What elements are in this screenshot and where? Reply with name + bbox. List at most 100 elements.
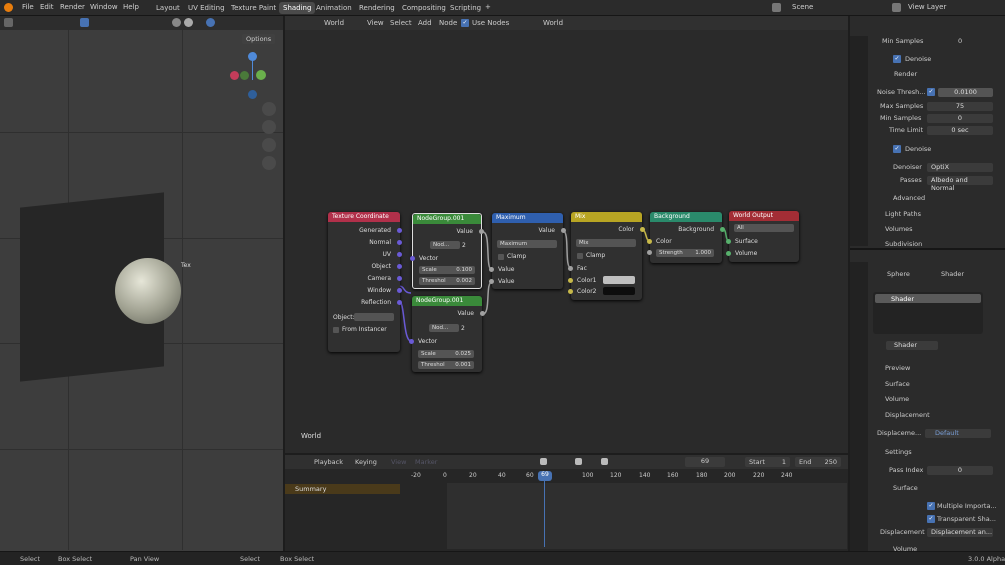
volume-panel-header[interactable]: Volume: [885, 395, 909, 403]
min-samples-top-value[interactable]: 0: [958, 37, 962, 45]
menu-keying[interactable]: Keying: [355, 458, 377, 466]
zoom-icon[interactable]: [262, 102, 276, 116]
play-icon[interactable]: [575, 458, 582, 465]
color1-swatch[interactable]: [603, 276, 635, 284]
scene-name[interactable]: Scene: [792, 3, 813, 11]
node-background[interactable]: Background Background Color Strength 1.00…: [647, 212, 725, 263]
editor-type-icon[interactable]: [4, 18, 13, 27]
clamp-checkbox[interactable]: [498, 254, 504, 260]
3d-viewport[interactable]: Options Tex: [0, 16, 283, 551]
socket[interactable]: [568, 266, 573, 271]
group-datablock[interactable]: Nod...: [430, 241, 460, 249]
socket[interactable]: [726, 251, 731, 256]
end-frame-field[interactable]: End 250: [795, 457, 841, 467]
navigation-gizmo[interactable]: [228, 50, 278, 100]
socket[interactable]: [397, 240, 402, 245]
object-field[interactable]: [354, 313, 394, 321]
blend-mode-dropdown[interactable]: Mix: [576, 239, 636, 247]
time-limit-field[interactable]: 0 sec: [927, 126, 993, 135]
node-world-output[interactable]: World Output All Surface Volume: [726, 211, 799, 262]
socket[interactable]: [647, 239, 652, 244]
select-mode-icon[interactable]: [80, 18, 89, 27]
node-mix[interactable]: Mix Color Mix Clamp Fac Color1 Color2: [568, 212, 645, 300]
light-paths-panel-header[interactable]: Light Paths: [885, 210, 921, 218]
strength-field[interactable]: Strength 1.000: [656, 249, 714, 257]
socket[interactable]: [397, 264, 402, 269]
pass-index-field[interactable]: 0: [927, 466, 993, 475]
options-button[interactable]: Options: [242, 34, 276, 44]
socket[interactable]: [489, 267, 494, 272]
socket[interactable]: [489, 279, 494, 284]
group-datablock[interactable]: Nod...: [429, 324, 459, 332]
socket[interactable]: [397, 288, 402, 293]
socket[interactable]: [397, 228, 402, 233]
panel-divider[interactable]: [850, 248, 1005, 250]
socket[interactable]: [409, 339, 414, 344]
start-frame-field[interactable]: Start 1: [745, 457, 790, 467]
target-dropdown[interactable]: All: [734, 224, 794, 232]
material-slot-list[interactable]: Shader: [873, 292, 983, 334]
settings-panel-header[interactable]: Settings: [885, 448, 912, 456]
view-layer-name[interactable]: View Layer: [908, 3, 946, 11]
transparent-shadow-checkbox[interactable]: ✓: [927, 515, 935, 523]
advanced-panel-header[interactable]: Advanced: [893, 194, 925, 202]
socket[interactable]: [479, 229, 484, 234]
node-texture-coordinate[interactable]: Texture Coordinate Generated Normal UV O…: [328, 212, 402, 352]
denoise-checkbox-1[interactable]: ✓: [893, 55, 901, 63]
noise-threshold-checkbox[interactable]: ✓: [927, 88, 935, 96]
tab-texture-paint[interactable]: Texture Paint: [227, 2, 280, 14]
threshold-field[interactable]: Threshol 0.002: [419, 277, 475, 285]
sphere-object[interactable]: [115, 258, 181, 324]
preview-panel-header[interactable]: Preview: [885, 364, 910, 372]
denoise-checkbox-2[interactable]: ✓: [893, 145, 901, 153]
socket[interactable]: [561, 228, 566, 233]
scale-field[interactable]: Scale 0.100: [419, 266, 475, 274]
displacement-input[interactable]: Default: [925, 429, 991, 438]
subdivision-panel-header[interactable]: Subdivision: [885, 240, 922, 247]
menu-edit[interactable]: Edit: [40, 3, 54, 11]
socket[interactable]: [397, 300, 402, 305]
playhead-marker[interactable]: 69: [538, 471, 552, 481]
max-samples-field[interactable]: 75: [927, 102, 993, 111]
threshold-field[interactable]: Threshol 0.001: [418, 361, 474, 369]
shading-material-icon[interactable]: [184, 18, 193, 27]
summary-row[interactable]: Summary: [285, 484, 400, 494]
socket[interactable]: [410, 256, 415, 261]
tab-layout[interactable]: Layout: [152, 2, 184, 14]
socket[interactable]: [726, 239, 731, 244]
surface-panel-header[interactable]: Surface: [885, 380, 910, 388]
node-group-2[interactable]: NodeGroup.001 Value Nod... 2 Vector Scal…: [409, 296, 485, 372]
jump-end-icon[interactable]: [601, 458, 608, 465]
tab-scripting[interactable]: Scripting: [446, 2, 485, 14]
tab-shading[interactable]: Shading: [279, 2, 316, 14]
displacement-method-dropdown[interactable]: Displacement an...: [927, 528, 993, 537]
playhead-line[interactable]: [544, 481, 545, 547]
scale-field[interactable]: Scale 0.025: [418, 350, 474, 358]
socket[interactable]: [720, 227, 725, 232]
tab-animation[interactable]: Animation: [312, 2, 356, 14]
tab-rendering[interactable]: Rendering: [355, 2, 399, 14]
tab-uv-editing[interactable]: UV Editing: [184, 2, 229, 14]
ortho-grid-icon[interactable]: [262, 156, 276, 170]
menu-render[interactable]: Render: [60, 3, 85, 11]
menu-file[interactable]: File: [22, 3, 34, 11]
timeline[interactable]: Playback Keying View Marker 69 Start 1 En…: [285, 455, 848, 551]
camera-view-icon[interactable]: [262, 138, 276, 152]
menu-playback[interactable]: Playback: [314, 458, 343, 466]
multiple-importance-checkbox[interactable]: ✓: [927, 502, 935, 510]
volumes-panel-header[interactable]: Volumes: [885, 225, 913, 233]
node-maximum[interactable]: Maximum Value Maximum Clamp Value Value: [489, 213, 566, 289]
shading-rendered-icon[interactable]: [206, 18, 215, 27]
from-instancer-checkbox[interactable]: [333, 327, 339, 333]
pan-hand-icon[interactable]: [262, 120, 276, 134]
surface-subpanel-header[interactable]: Surface: [893, 484, 918, 492]
material-name-field[interactable]: Shader: [886, 341, 938, 350]
current-frame-field[interactable]: 69: [685, 457, 725, 467]
socket[interactable]: [397, 252, 402, 257]
clamp-checkbox[interactable]: [577, 253, 583, 259]
add-workspace-button[interactable]: +: [485, 3, 491, 11]
displacement-panel-header[interactable]: Displacement: [885, 411, 930, 419]
menu-help[interactable]: Help: [123, 3, 139, 11]
socket[interactable]: [568, 289, 573, 294]
timeline-track-area[interactable]: [447, 483, 847, 549]
